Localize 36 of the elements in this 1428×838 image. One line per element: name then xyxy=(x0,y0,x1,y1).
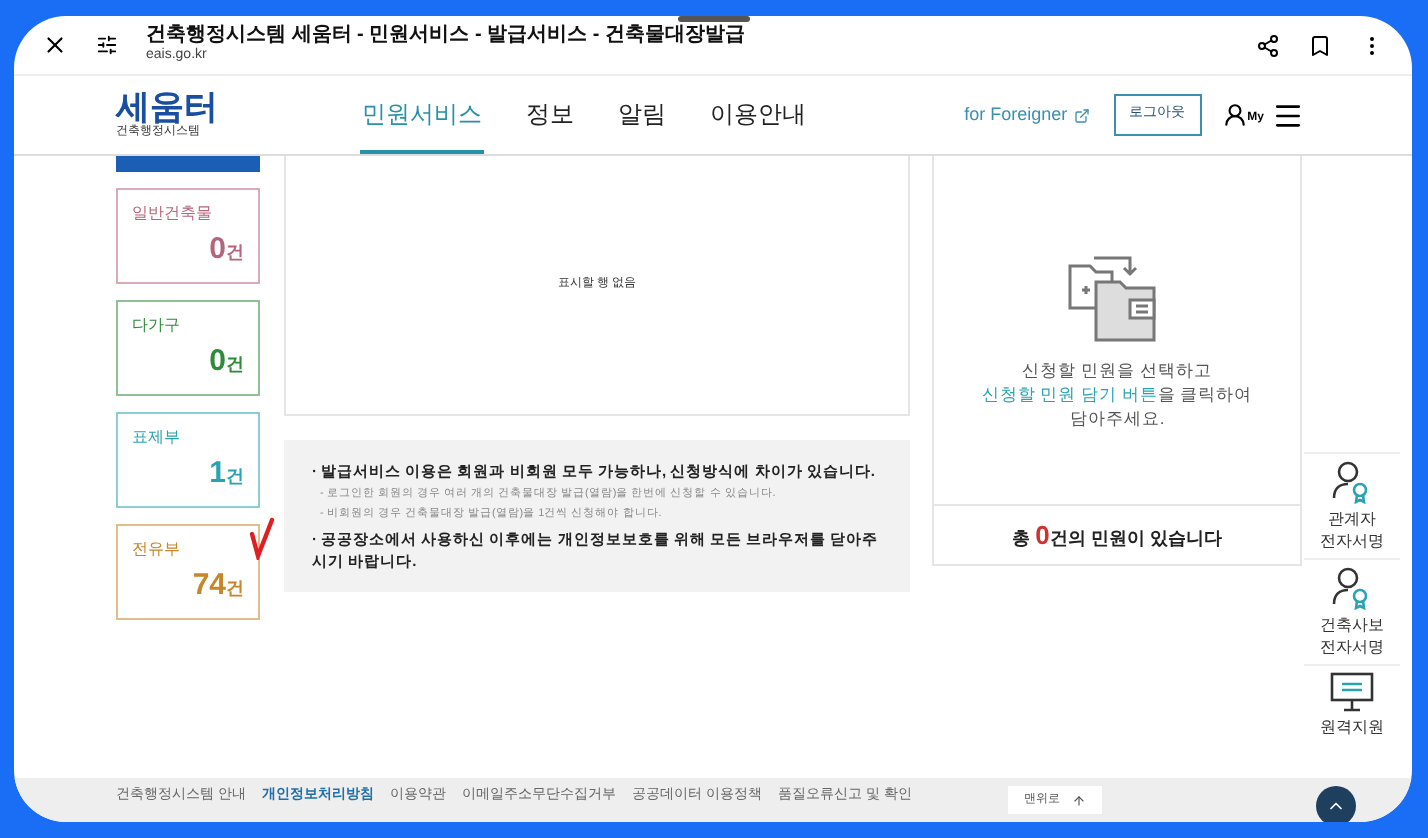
nav-tab[interactable]: 알림 xyxy=(616,76,668,154)
category-card[interactable]: 다가구 0건 xyxy=(116,300,260,396)
cart-instruction: 신청할 민원을 선택하고 신청할 민원 담기 버튼을 클릭하여 담아주세요. xyxy=(981,358,1253,430)
close-button[interactable] xyxy=(42,32,68,58)
share-icon[interactable] xyxy=(1256,33,1280,57)
page-title: 건축행정시스템 세움터 - 민원서비스 - 발급서비스 - 건축물대장발급 xyxy=(146,23,747,47)
card-count: 74건 xyxy=(192,566,244,606)
nav-tab[interactable]: 이용안내 xyxy=(708,76,808,154)
external-link-icon xyxy=(1073,107,1090,123)
foreigner-link[interactable]: for Foreigner xyxy=(964,101,1090,129)
monitor-icon xyxy=(1330,672,1374,712)
card-label: 표제부 xyxy=(132,426,182,450)
cart-total: 총 0건의 민원이 있습니다 xyxy=(1012,517,1222,554)
nav-tab[interactable]: 정보 xyxy=(524,76,576,154)
person-badge-icon xyxy=(1332,566,1372,610)
chat-button[interactable] xyxy=(1316,786,1356,822)
card-count: 1건 xyxy=(209,454,244,494)
drag-handle[interactable] xyxy=(677,16,749,22)
menu-icon[interactable] xyxy=(1272,99,1304,131)
quick-menu-item[interactable]: 원격지원 xyxy=(1304,664,1400,744)
card-count: 0건 xyxy=(209,230,244,270)
category-card[interactable]: 일반건축물 0건 xyxy=(116,188,260,284)
category-card[interactable]: 표제부 1건 xyxy=(116,412,260,508)
arrow-up-icon xyxy=(1071,793,1086,807)
nav-tab[interactable]: 민원서비스 xyxy=(360,76,484,154)
card-count: 0건 xyxy=(209,342,244,382)
logo[interactable]: 세움터 xyxy=(116,89,218,123)
bookmark-icon[interactable] xyxy=(1308,33,1332,57)
person-badge-icon xyxy=(1332,460,1372,504)
quick-menu-item[interactable]: 관계자 전자서명 xyxy=(1304,452,1400,558)
category-card[interactable]: 전유부 74건 xyxy=(116,524,260,620)
card-label: 전유부 xyxy=(132,538,182,562)
quick-menu-item[interactable]: 건축사보 전자서명 xyxy=(1304,558,1400,664)
site-settings-icon[interactable] xyxy=(96,34,118,56)
card-label: 일반건축물 xyxy=(132,202,214,226)
card-label: 다가구 xyxy=(132,314,182,338)
